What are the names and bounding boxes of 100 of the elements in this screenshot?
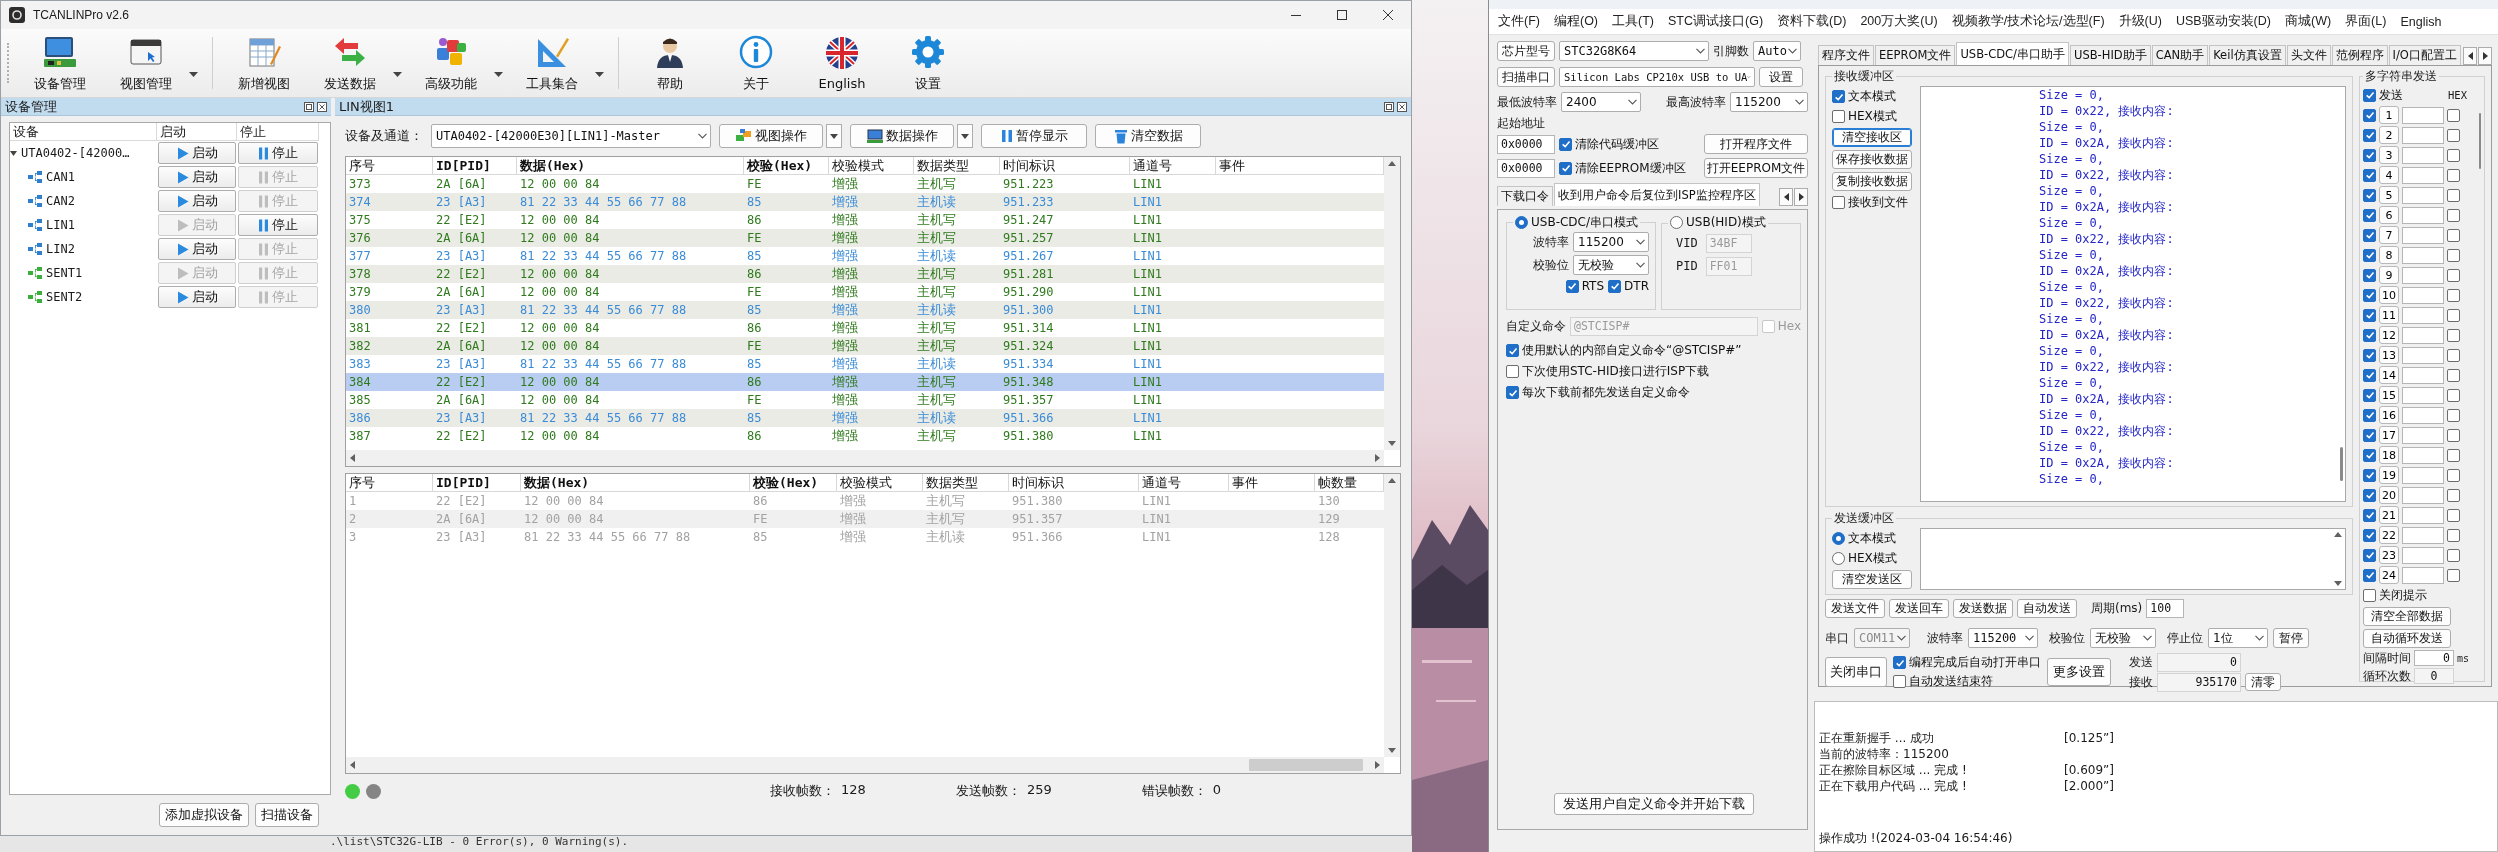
menu-item[interactable]: 编程(O) [1546,13,1606,30]
checkbox[interactable] [2363,368,2376,382]
toolbar-button[interactable]: 发送数据 [307,29,408,97]
checkbox[interactable] [2447,148,2460,162]
checkbox[interactable] [2363,328,2376,342]
input-field[interactable] [2402,406,2444,424]
send-string-button[interactable]: 19 [2379,466,2399,484]
send-string-button[interactable]: 14 [2379,366,2399,384]
menu-item[interactable]: 文件(F) [1491,13,1547,30]
button[interactable]: 打开EEPROM文件 [1704,158,1808,178]
input-field[interactable]: 0 [2414,668,2454,684]
dropdown-button[interactable] [826,124,842,148]
tab[interactable]: CAN助手 [2151,45,2209,65]
checkbox[interactable] [2363,468,2376,482]
checkbox[interactable] [2447,428,2460,442]
start-button[interactable]: 启动 [158,166,236,188]
send-string-button[interactable]: 1 [2379,106,2399,124]
button[interactable]: 发送用户自定义命令并开始下载 [1553,793,1754,815]
scrollbar[interactable] [1384,474,1400,757]
checkbox[interactable] [2363,108,2376,122]
checkbox[interactable] [2447,388,2460,402]
send-string-button[interactable]: 8 [2379,246,2399,264]
tab[interactable]: 程序文件 [1818,45,1874,65]
send-string-button[interactable]: 11 [2379,306,2399,324]
checkbox[interactable] [2363,308,2376,322]
checkbox[interactable]: HEX模式 [1832,108,1914,125]
send-string-button[interactable]: 7 [2379,226,2399,244]
input-field[interactable] [2402,466,2444,484]
toolbar-button[interactable]: 清空数据 [1095,124,1201,148]
input-field[interactable] [2402,246,2444,264]
checkbox[interactable] [2447,288,2460,302]
checkbox[interactable] [2447,508,2460,522]
button[interactable]: 清空接收区 [1832,128,1912,147]
scrollbar[interactable] [1384,157,1400,450]
toolbar-button[interactable]: 帮助 [627,29,713,97]
input-field[interactable] [2402,126,2444,144]
checkbox[interactable] [2447,248,2460,262]
toolbar-button[interactable]: 设备管理 [17,29,103,97]
input-field[interactable] [2402,146,2444,164]
checkbox[interactable] [2447,528,2460,542]
input-field[interactable]: 0 [2414,650,2454,666]
input-field[interactable] [2402,566,2444,584]
toolbar-button[interactable]: 新增视图 [221,29,307,97]
checkbox[interactable] [2363,528,2376,542]
menu-item[interactable]: USB驱动安装(D) [2168,13,2278,30]
send-string-button[interactable]: 18 [2379,446,2399,464]
input-field[interactable] [2402,106,2444,124]
scroll-arrow-icon[interactable] [1387,160,1397,167]
input-field[interactable] [2402,446,2444,464]
float-icon[interactable] [304,101,314,112]
button[interactable]: 保存接收数据 [1832,150,1912,169]
dropdown[interactable]: 2400 [1561,92,1641,112]
input-field[interactable] [2402,326,2444,344]
toolbar-button[interactable]: 视图管理 [103,29,204,97]
scrollbar[interactable] [346,757,1384,773]
input-field[interactable] [2402,306,2444,324]
button[interactable]: 发送回车 [1889,598,1949,618]
scroll-arrow-icon[interactable] [349,760,356,770]
button[interactable]: 打开程序文件 [1704,134,1808,154]
button[interactable]: 发送文件 [1825,598,1885,618]
button[interactable]: 更多设置 [2047,658,2111,686]
checkbox[interactable] [2447,348,2460,362]
input-field[interactable] [2402,346,2444,364]
input-field[interactable] [2402,366,2444,384]
scroll-right-button[interactable] [1794,188,1808,206]
checkbox[interactable]: 清除EEPROM缓冲区 [1559,159,1686,177]
dropdown[interactable]: STC32G8K64 [1559,41,1709,61]
checkbox[interactable] [2363,388,2376,402]
checkbox[interactable] [2447,448,2460,462]
menu-item[interactable]: 升级(U) [2111,13,2169,30]
close-icon[interactable] [1397,101,1407,112]
tab[interactable]: USB-HID助手 [2070,45,2151,65]
checkbox[interactable] [2363,128,2376,142]
tab[interactable]: I/O口配置工 [2388,45,2461,65]
scrollbar-thumb[interactable] [2340,447,2343,481]
checkbox[interactable] [2447,208,2460,222]
checkbox[interactable]: 自动发送结束符 [1893,673,2041,690]
input-field[interactable]: 0x0000 [1497,134,1555,154]
checkbox[interactable]: 每次下载前都先发送自定义命令 [1506,384,1690,401]
input-field[interactable] [2402,226,2444,244]
send-string-button[interactable]: 2 [2379,126,2399,144]
button[interactable]: 芯片型号 [1497,41,1555,61]
menu-item[interactable]: 200万大奖(U) [1853,13,1945,30]
send-string-button[interactable]: 22 [2379,526,2399,544]
scrollbar-thumb[interactable] [1249,759,1364,771]
input-field[interactable]: 100 [2146,598,2185,618]
start-button[interactable]: 启动 [158,190,236,212]
scroll-arrow-icon[interactable] [2333,531,2343,538]
input-field[interactable] [2402,426,2444,444]
menu-item[interactable]: 界面(L) [2338,13,2394,30]
radio-button[interactable]: 文本模式 [1832,530,1914,547]
dropdown[interactable]: 115200 [1968,628,2038,648]
tab[interactable]: 头文件 [2286,45,2331,65]
button[interactable]: 扫描设备 [255,803,319,827]
button[interactable]: 设置 [1759,67,1803,87]
checkbox[interactable] [2447,468,2460,482]
checkbox[interactable]: 关闭提示 [2363,586,2427,604]
dropdown[interactable]: Silicon Labs CP210x USB to UA [1559,67,1755,87]
dropdown-button[interactable] [957,124,973,148]
menu-item[interactable]: English [2393,14,2449,29]
